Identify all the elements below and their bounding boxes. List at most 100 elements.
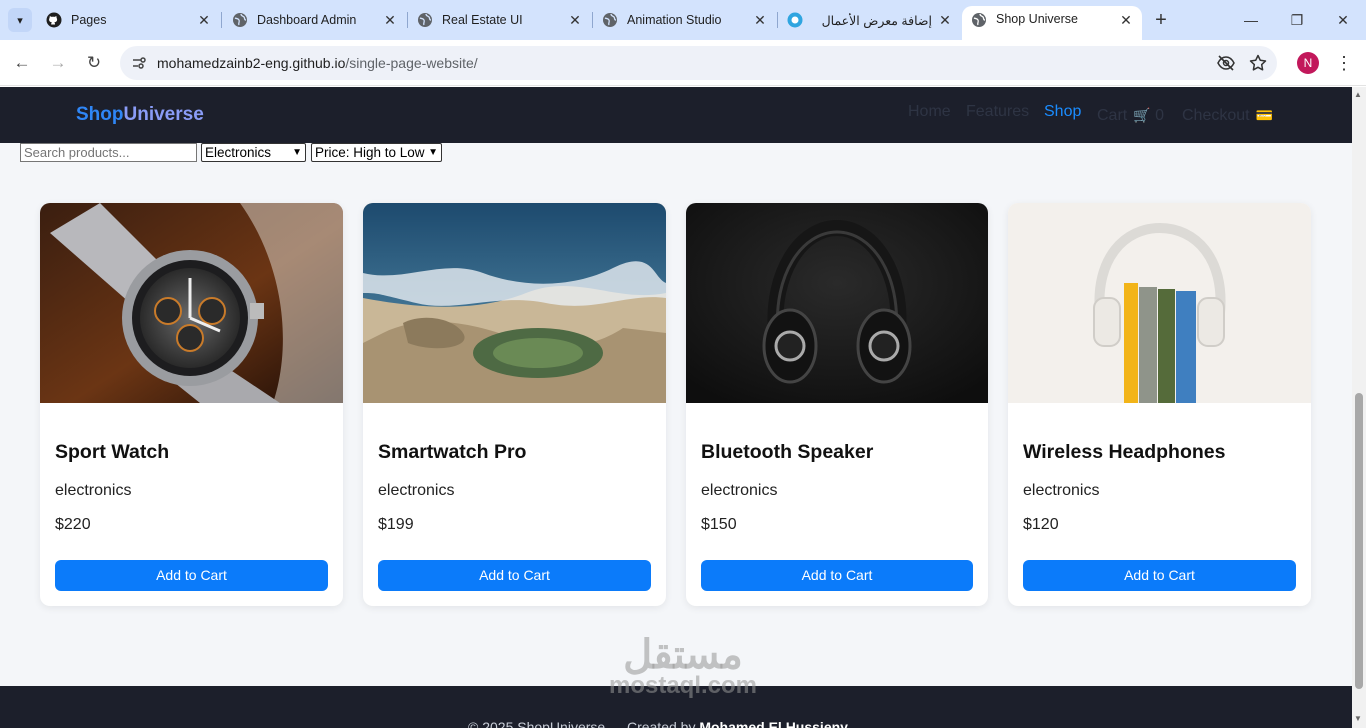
minimize-icon[interactable]: — [1239, 8, 1263, 32]
nav-link-features[interactable]: Features [966, 103, 1029, 121]
product-image-watch[interactable] [40, 203, 343, 403]
product-price: $220 [55, 516, 91, 533]
site-settings-icon[interactable] [130, 54, 148, 72]
watermark-arabic: مستقل [623, 633, 743, 677]
product-price: $120 [1023, 516, 1059, 533]
logo-part-universe: Universe [123, 104, 204, 125]
add-to-cart-button[interactable]: Add to Cart [55, 560, 328, 591]
nav-link-checkout[interactable]: Checkout 💳 [1182, 107, 1273, 125]
chevron-down-icon: ▼ [292, 147, 302, 158]
tab-real-estate-ui[interactable]: Real Estate UI ✕ [417, 6, 587, 34]
mostaql-icon [787, 12, 803, 28]
add-to-cart-button[interactable]: Add to Cart [378, 560, 651, 591]
nav-link-cart[interactable]: Cart 🛒 0 [1097, 107, 1164, 125]
tab-title: Dashboard Admin [257, 13, 357, 27]
page-viewport: ShopUniverse Home Features Shop Cart 🛒 0 … [0, 87, 1352, 728]
close-icon[interactable]: ✕ [752, 12, 768, 28]
tab-shop-universe[interactable]: Shop Universe ✕ [962, 6, 1142, 40]
cart-icon: 🛒 [1133, 107, 1151, 123]
restore-icon[interactable]: ❐ [1285, 8, 1309, 32]
cart-label: Cart [1097, 107, 1128, 124]
tab-title: Animation Studio [627, 13, 722, 27]
tab-portfolio-add[interactable]: إضافة معرض الأعمال ✕ [787, 6, 957, 34]
site-header: ShopUniverse Home Features Shop Cart 🛒 0 … [0, 87, 1352, 143]
add-to-cart-button[interactable]: Add to Cart [701, 560, 973, 591]
tab-title: Real Estate UI [442, 13, 523, 27]
profile-avatar[interactable]: N [1297, 52, 1319, 74]
logo-part-shop: Shop [76, 104, 124, 125]
scrollbar-thumb[interactable] [1355, 393, 1363, 689]
url-text[interactable]: mohamedzainb2-eng.github.io/single-page-… [157, 55, 478, 71]
category-selected-value: Electronics [205, 145, 272, 160]
checkout-label: Checkout [1182, 107, 1250, 124]
globe-icon [417, 12, 433, 28]
nav-link-shop[interactable]: Shop [1044, 103, 1081, 121]
nav-link-home[interactable]: Home [908, 103, 951, 121]
url-path: /single-page-website/ [345, 55, 478, 71]
tab-title: Pages [71, 13, 107, 27]
eye-off-icon[interactable] [1216, 53, 1236, 73]
close-icon[interactable]: ✕ [1118, 12, 1134, 28]
tab-separator [592, 12, 593, 28]
sort-selected-value: Price: High to Low [315, 145, 425, 160]
footer-credits: © 2025 ShopUniverse — Created by Mohamed… [468, 719, 848, 728]
tab-title: إضافة معرض الأعمال [821, 13, 932, 28]
product-category: electronics [378, 482, 455, 499]
browser-toolbar: ← → ↻ mohamedzainb2-eng.github.io/single… [0, 40, 1366, 86]
product-card: Bluetooth Speaker electronics $150 Add t… [686, 203, 988, 606]
product-image-headphones-books[interactable] [1008, 203, 1311, 403]
chevron-down-icon: ▼ [428, 147, 438, 158]
product-card: Wireless Headphones electronics $120 Add… [1008, 203, 1311, 606]
product-name[interactable]: Bluetooth Speaker [701, 441, 873, 464]
forward-icon[interactable]: → [46, 51, 70, 75]
reload-icon[interactable]: ↻ [82, 51, 106, 75]
product-name[interactable]: Smartwatch Pro [378, 441, 526, 464]
scroll-up-icon[interactable]: ▲ [1354, 90, 1362, 99]
product-image-headphones-dark[interactable] [686, 203, 988, 403]
credit-card-icon: 💳 [1255, 107, 1274, 123]
footer-author: Mohamed El Hussieny [699, 719, 848, 728]
tab-separator [221, 12, 222, 28]
close-icon[interactable]: ✕ [196, 12, 212, 28]
tab-separator [407, 12, 408, 28]
tab-pages[interactable]: Pages ✕ [46, 6, 216, 34]
product-name[interactable]: Wireless Headphones [1023, 441, 1225, 464]
tab-title: Shop Universe [996, 12, 1078, 26]
browser-tab-strip: ▾ Pages ✕ Dashboard Admin ✕ Real Estate … [0, 0, 1366, 40]
tab-search-icon[interactable]: ▾ [8, 8, 32, 32]
tab-dashboard-admin[interactable]: Dashboard Admin ✕ [232, 6, 402, 34]
close-icon[interactable]: ✕ [937, 12, 953, 28]
watermark-latin: mostaql.com [608, 672, 758, 699]
globe-icon [971, 12, 987, 28]
tab-animation-studio[interactable]: Animation Studio ✕ [602, 6, 772, 34]
close-icon[interactable]: ✕ [382, 12, 398, 28]
cart-count: 0 [1155, 107, 1165, 124]
product-card: Sport Watch electronics $220 Add to Cart [40, 203, 343, 606]
product-price: $199 [378, 516, 414, 533]
sort-select[interactable]: Price: High to Low ▼ [311, 143, 442, 162]
close-icon[interactable]: ✕ [567, 12, 583, 28]
product-image-seashore[interactable] [363, 203, 666, 403]
scroll-down-icon[interactable]: ▼ [1354, 714, 1362, 723]
url-host: mohamedzainb2-eng.github.io [157, 55, 346, 71]
site-logo[interactable]: ShopUniverse [76, 104, 204, 126]
github-icon [46, 12, 62, 28]
product-card: Smartwatch Pro electronics $199 Add to C… [363, 203, 666, 606]
address-bar[interactable]: mohamedzainb2-eng.github.io/single-page-… [120, 46, 1277, 80]
product-name[interactable]: Sport Watch [55, 441, 169, 464]
footer-copyright: © 2025 ShopUniverse — Created by [468, 719, 696, 728]
product-price: $150 [701, 516, 737, 533]
back-icon[interactable]: ← [10, 51, 34, 75]
add-to-cart-button[interactable]: Add to Cart [1023, 560, 1296, 591]
new-tab-icon[interactable]: + [1150, 9, 1172, 31]
bookmark-star-icon[interactable] [1248, 53, 1268, 73]
mostaql-watermark: مستقل mostaql.com [598, 633, 768, 699]
globe-icon [602, 12, 618, 28]
product-category: electronics [1023, 482, 1100, 499]
category-select[interactable]: Electronics ▼ [201, 143, 306, 162]
product-search-input[interactable] [20, 143, 197, 162]
product-category: electronics [55, 482, 132, 499]
more-menu-icon[interactable]: ⋮ [1334, 51, 1354, 75]
tab-separator [777, 12, 778, 28]
window-close-icon[interactable]: ✕ [1331, 8, 1355, 32]
